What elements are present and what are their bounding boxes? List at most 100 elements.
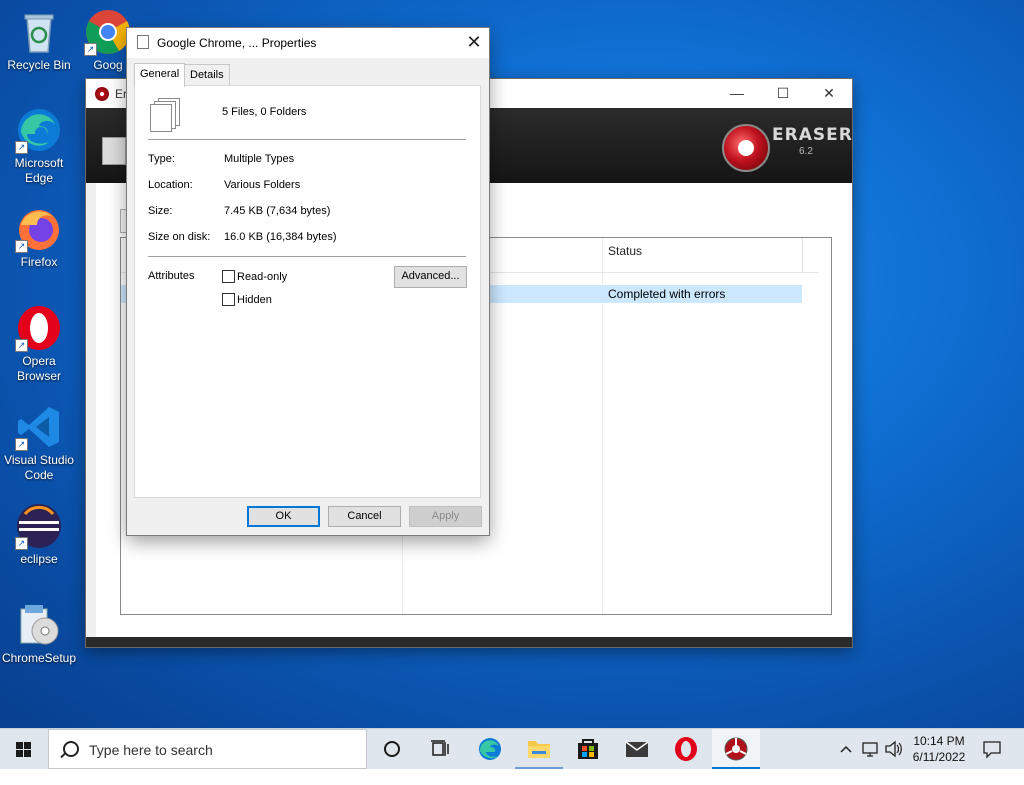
vscode-icon: ↗ [15,403,63,451]
readonly-checkbox[interactable] [222,270,235,283]
search-icon [63,741,79,757]
installer-icon [15,601,63,649]
show-hidden-icons-button[interactable] [838,729,854,769]
desktop-icon-vscode[interactable]: ↗ Visual Studio Code [1,403,77,483]
desktop: Recycle Bin ↗ Goog ↗ Microsoft Edge ↗ Fi… [0,0,1024,728]
hidden-label[interactable]: Hidden [237,294,272,306]
taskbar-mail[interactable] [613,729,661,769]
network-icon [862,742,878,757]
general-panel: 5 Files, 0 Folders Type: Multiple Types … [134,85,481,498]
desktop-icon-label: Microsoft Edge [14,156,64,185]
apply-button[interactable]: Apply [409,506,482,527]
firefox-icon: ↗ [15,205,63,253]
cortana-button[interactable] [368,729,416,769]
close-icon[interactable]: ✕ [459,28,489,58]
eclipse-icon: ↗ [15,502,63,550]
taskbar-file-explorer[interactable] [515,729,563,769]
tab-general[interactable]: General [134,63,186,87]
size-value: 7.45 KB (7,634 bytes) [224,205,331,217]
desktop-icon-label: Recycle Bin [7,58,71,72]
desktop-icon-eclipse[interactable]: ↗ eclipse [1,502,77,567]
shortcut-arrow-icon: ↗ [15,141,28,154]
readonly-label[interactable]: Read-only [237,271,287,283]
folder-icon [528,741,550,758]
separator [148,139,466,140]
shortcut-arrow-icon: ↗ [15,438,28,451]
eraser-brand: ERASER [772,125,853,145]
close-button[interactable]: ✕ [806,79,852,108]
opera-icon: ↗ [15,304,63,352]
eraser-app-icon [95,87,109,101]
properties-titlebar[interactable]: Google Chrome, ... Properties ✕ [127,28,489,58]
hidden-checkbox[interactable] [222,293,235,306]
desktop-icon-recycle-bin[interactable]: Recycle Bin [1,8,77,73]
size-label: Size: [148,205,173,217]
action-center-button[interactable] [982,729,1002,769]
eraser-version: 6.2 [799,146,813,157]
desktop-icon-label: ChromeSetup [1,651,77,665]
shortcut-arrow-icon: ↗ [15,537,28,550]
search-box[interactable]: Type here to search [48,729,367,769]
desktop-icon-label: Opera Browser [16,354,61,383]
minimize-button[interactable]: — [714,79,760,108]
tab-details[interactable]: Details [184,64,230,86]
size-on-disk-value: 16.0 KB (16,384 bytes) [224,231,337,243]
store-icon [578,739,598,759]
task-view-icon [431,740,449,756]
eraser-icon [724,737,748,761]
taskbar-store[interactable] [564,729,612,769]
notification-icon [983,741,1001,759]
attributes-label: Attributes [148,270,195,282]
desktop-icon-opera[interactable]: ↗ Opera Browser [1,304,77,384]
desktop-icon-label: eclipse [20,552,58,566]
maximize-button[interactable]: ☐ [760,79,806,108]
ok-button[interactable]: OK [247,506,320,527]
taskbar-edge[interactable] [466,729,514,769]
properties-title: Google Chrome, ... Properties [157,36,317,50]
volume-button[interactable] [884,729,902,769]
network-button[interactable] [861,729,879,769]
mail-icon [625,741,649,757]
properties-dialog: Google Chrome, ... Properties ✕ General … [127,28,489,535]
eraser-logo-icon [722,124,770,172]
shortcut-arrow-icon: ↗ [15,339,28,352]
clock-date: 6/11/2022 [912,750,966,764]
windows-logo-icon [16,742,32,757]
desktop-icon-label: Visual Studio Code [4,453,74,482]
size-on-disk-label: Size on disk: [148,231,211,243]
chrome-icon: ↗ [84,8,132,56]
type-value: Multiple Types [224,153,295,165]
location-value: Various Folders [224,179,301,191]
edge-icon [479,738,501,760]
shortcut-arrow-icon: ↗ [84,43,97,56]
cortana-icon [384,741,400,757]
recycle-bin-icon [15,8,63,56]
desktop-icon-chromesetup[interactable]: ChromeSetup [1,601,77,666]
location-label: Location: [148,179,193,191]
start-button[interactable] [0,729,48,769]
taskbar-opera[interactable] [662,729,710,769]
cancel-button[interactable]: Cancel [328,506,401,527]
task-view-button[interactable] [416,729,464,769]
shortcut-arrow-icon: ↗ [15,240,28,253]
taskbar: Type here to search 10:14 PM 6/11/2022 [0,728,1024,769]
selection-summary: 5 Files, 0 Folders [222,106,307,118]
clock-time: 10:14 PM [913,734,965,748]
erase-schedule-icon[interactable] [102,137,126,165]
type-label: Type: [148,153,175,165]
desktop-icon-microsoft-edge[interactable]: ↗ Microsoft Edge [1,106,77,186]
toolbar-button-edge[interactable] [120,209,127,233]
desktop-icon-firefox[interactable]: ↗ Firefox [1,205,77,270]
taskbar-eraser[interactable] [712,729,760,769]
separator [148,256,466,257]
opera-icon [675,737,697,761]
desktop-icon-label: Firefox [20,255,58,269]
task-status: Completed with errors [608,287,726,301]
chevron-up-icon [840,745,852,753]
eraser-status-bar [86,637,852,647]
advanced-button[interactable]: Advanced... [394,266,467,288]
column-header-status[interactable]: Status [608,244,642,258]
multiple-files-icon [150,98,180,132]
column-divider [802,238,803,272]
clock[interactable]: 10:14 PM 6/11/2022 [904,733,974,765]
